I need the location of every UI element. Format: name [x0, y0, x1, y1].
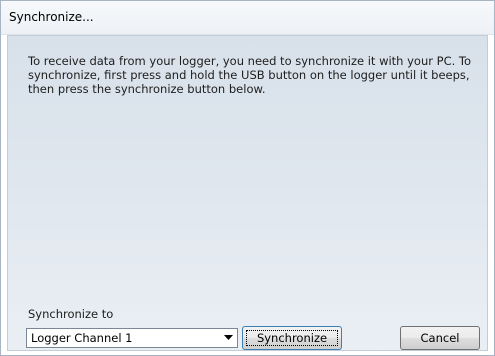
dropdown-arrow-button[interactable]: [221, 329, 237, 347]
title-bar[interactable]: Synchronize...: [1, 1, 494, 35]
cancel-button[interactable]: Cancel: [400, 326, 480, 350]
logger-channel-dropdown[interactable]: Logger Channel 1: [26, 328, 238, 348]
synchronize-dialog: Synchronize... To receive data from your…: [0, 0, 495, 356]
instructions-text: To receive data from your logger, you ne…: [28, 54, 472, 96]
window-title: Synchronize...: [9, 10, 94, 24]
cancel-button-label: Cancel: [420, 331, 460, 345]
dialog-content-panel: To receive data from your logger, you ne…: [7, 35, 488, 351]
selected-channel-value: Logger Channel 1: [31, 331, 133, 345]
synchronize-button-label: Synchronize: [256, 331, 328, 345]
chevron-down-icon: [224, 335, 233, 340]
synchronize-button[interactable]: Synchronize: [242, 326, 342, 350]
synchronize-to-label: Synchronize to: [28, 307, 114, 321]
